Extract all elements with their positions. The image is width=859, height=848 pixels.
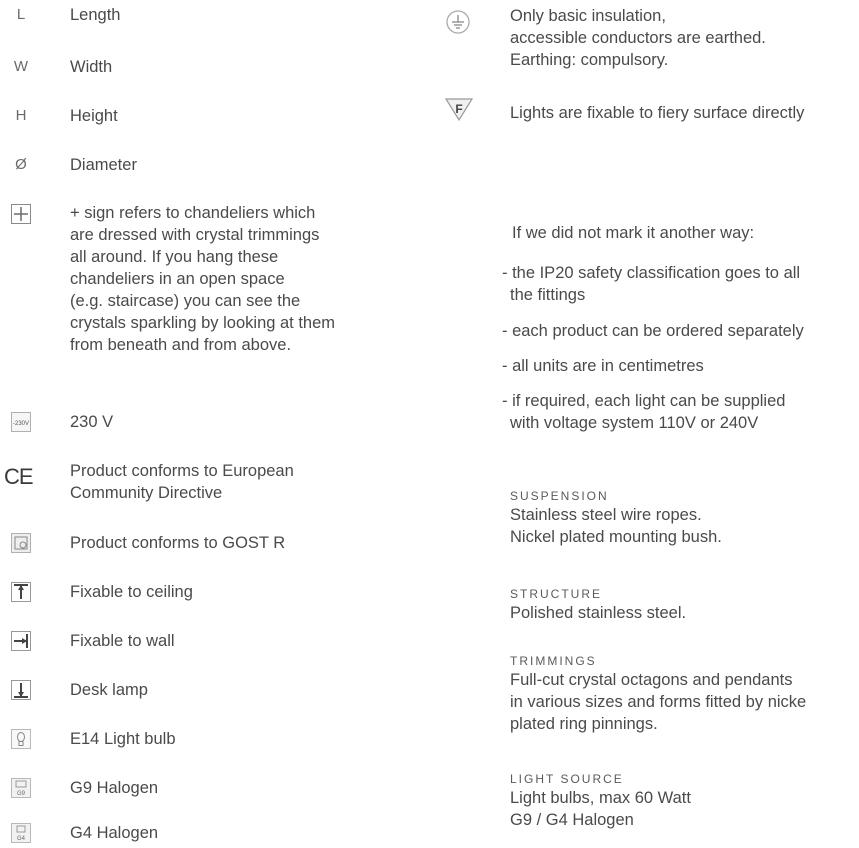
e14-label: E14 Light bulb bbox=[70, 730, 176, 748]
fiery-icon-text: F bbox=[455, 102, 462, 116]
ce-line: Community Directive bbox=[70, 484, 223, 502]
note-line: - the IP20 safety classification goes to… bbox=[502, 264, 801, 282]
voltage-icon-text: -230V bbox=[13, 421, 29, 427]
earthing-icon bbox=[445, 9, 471, 40]
spec-title: STRUCTURE bbox=[510, 587, 602, 601]
plus-line: + sign refers to chandeliers which bbox=[70, 204, 316, 222]
g9-icon-text: G9 bbox=[17, 791, 26, 797]
g9-halogen-icon: G9 bbox=[11, 778, 31, 803]
note-ip20: - the IP20 safety classification goes to… bbox=[502, 262, 800, 306]
voltage-label: 230 V bbox=[70, 413, 114, 431]
spec-line: Full-cut crystal octagons and pendants bbox=[510, 671, 793, 689]
g9-label: G9 Halogen bbox=[70, 779, 159, 797]
fiery-surface-icon: F bbox=[444, 96, 474, 127]
ce-mark-icon: CE bbox=[4, 464, 34, 490]
plus-description: + sign refers to chandeliers which are d… bbox=[70, 202, 335, 356]
spec-suspension: SUSPENSION Stainless steel wire ropes. N… bbox=[510, 488, 722, 548]
spec-light-source: LIGHT SOURCE Light bulbs, max 60 Watt G9… bbox=[510, 771, 691, 831]
spec-line: Light bulbs, max 60 Watt bbox=[510, 789, 691, 807]
spec-title: LIGHT SOURCE bbox=[510, 772, 624, 786]
plus-line: (e.g. staircase) you can see the bbox=[70, 292, 301, 310]
g4-icon-text: G4 bbox=[17, 836, 26, 842]
spec-line: Polished stainless steel. bbox=[510, 604, 687, 622]
height-label: Height bbox=[70, 107, 118, 125]
height-symbol: H bbox=[15, 107, 27, 124]
earthing-line: accessible conductors are earthed. bbox=[510, 29, 766, 47]
ce-description: Product conforms to European Community D… bbox=[70, 460, 294, 504]
g4-halogen-icon: G4 bbox=[11, 823, 31, 848]
note-line: with voltage system 110V or 240V bbox=[510, 414, 759, 432]
spec-line: plated ring pinnings. bbox=[510, 715, 658, 733]
spec-line: G9 / G4 Halogen bbox=[510, 811, 634, 829]
earthing-description: Only basic insulation, accessible conduc… bbox=[510, 5, 766, 71]
width-symbol: W bbox=[13, 58, 29, 75]
fiery-surface-label: Lights are fixable to fiery surface dire… bbox=[510, 104, 805, 122]
note-line: - all units are in centimetres bbox=[502, 357, 704, 375]
note-line: - each product can be ordered separately bbox=[502, 322, 804, 340]
spec-structure: STRUCTURE Polished stainless steel. bbox=[510, 586, 686, 624]
spec-line: Nickel plated mounting bush. bbox=[510, 528, 722, 546]
wall-label: Fixable to wall bbox=[70, 632, 175, 650]
note-separately: - each product can be ordered separately bbox=[502, 320, 804, 342]
ce-line: Product conforms to European bbox=[70, 462, 294, 480]
g4-label: G4 Halogen bbox=[70, 824, 159, 842]
spec-trimmings: TRIMMINGS Full-cut crystal octagons and … bbox=[510, 653, 806, 735]
earthing-line: Earthing: compulsory. bbox=[510, 51, 669, 69]
gost-icon bbox=[11, 533, 31, 558]
ceiling-label: Fixable to ceiling bbox=[70, 583, 193, 601]
length-label: Length bbox=[70, 6, 121, 24]
desk-lamp-icon bbox=[11, 680, 31, 705]
diameter-symbol: Ø bbox=[15, 156, 27, 173]
spec-title: SUSPENSION bbox=[510, 489, 609, 503]
ceiling-mount-icon bbox=[11, 582, 31, 607]
length-symbol: L bbox=[16, 6, 26, 23]
gost-label: Product conforms to GOST R bbox=[70, 534, 286, 552]
note-line: the fittings bbox=[510, 286, 586, 304]
plus-line: are dressed with crystal trimmings bbox=[70, 226, 320, 244]
spec-line: Stainless steel wire ropes. bbox=[510, 506, 702, 524]
note-line: - if required, each light can be supplie… bbox=[502, 392, 786, 410]
plus-line: from beneath and from above. bbox=[70, 336, 292, 354]
spec-line: in various sizes and forms fitted by nic… bbox=[510, 693, 807, 711]
spec-title: TRIMMINGS bbox=[510, 654, 597, 668]
plus-line: all around. If you hang these bbox=[70, 248, 279, 266]
plus-line: chandeliers in an open space bbox=[70, 270, 285, 288]
desk-label: Desk lamp bbox=[70, 681, 148, 699]
wall-mount-icon bbox=[11, 631, 31, 656]
diameter-label: Diameter bbox=[70, 156, 137, 174]
note-voltage: - if required, each light can be supplie… bbox=[502, 390, 785, 434]
note-units: - all units are in centimetres bbox=[502, 355, 704, 377]
earthing-line: Only basic insulation, bbox=[510, 7, 666, 25]
plus-line: crystals sparkling by looking at them bbox=[70, 314, 336, 332]
voltage-icon: -230V bbox=[11, 412, 31, 437]
width-label: Width bbox=[70, 58, 113, 76]
light-bulb-icon bbox=[11, 729, 31, 754]
ce-mark-text: CE bbox=[4, 464, 34, 489]
plus-icon bbox=[11, 204, 31, 229]
notes-intro: If we did not mark it another way: bbox=[512, 224, 755, 242]
